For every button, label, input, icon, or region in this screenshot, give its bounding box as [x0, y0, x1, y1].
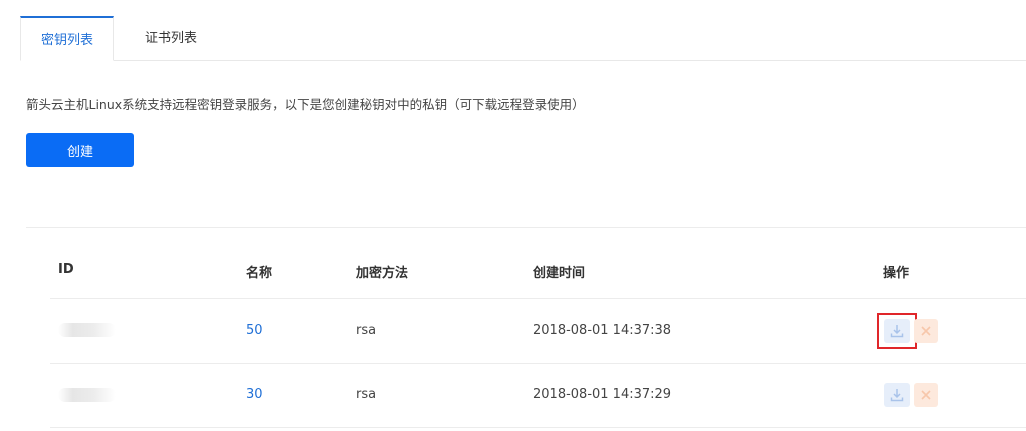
download-button[interactable]: [884, 383, 910, 407]
header-created-time: 创建时间: [533, 266, 586, 281]
key-name-link[interactable]: 50: [246, 323, 263, 338]
tab-certificate-list[interactable]: 证书列表: [116, 16, 226, 60]
delete-button[interactable]: [914, 383, 938, 407]
id-redacted: [58, 323, 116, 337]
header-id: ID: [58, 262, 74, 277]
download-icon: [890, 389, 904, 402]
row-divider: [50, 427, 1026, 428]
key-name-link[interactable]: 30: [246, 387, 263, 402]
id-redacted: [58, 388, 116, 402]
header-name: 名称: [246, 266, 273, 281]
encryption-cell: rsa: [356, 323, 377, 338]
encryption-cell: rsa: [356, 387, 377, 402]
close-icon: [921, 390, 931, 400]
create-button[interactable]: 创建: [26, 133, 134, 167]
created-time-cell: 2018-08-01 14:37:29: [533, 387, 672, 402]
tab-bar: 密钥列表 证书列表: [20, 16, 1026, 61]
highlight-box: [877, 313, 917, 349]
tab-key-list[interactable]: 密钥列表: [20, 16, 114, 61]
page-description: 箭头云主机Linux系统支持远程密钥登录服务，以下是您创建秘钥对中的私钥（可下载…: [26, 97, 585, 112]
row-divider: [50, 363, 1026, 364]
key-table: ID 名称 加密方法 创建时间 操作 50 rsa 2018-08-01 14:…: [26, 227, 1026, 431]
header-encryption: 加密方法: [356, 266, 409, 281]
header-actions: 操作: [883, 266, 910, 281]
created-time-cell: 2018-08-01 14:37:38: [533, 323, 672, 338]
close-icon: [921, 326, 931, 336]
delete-button[interactable]: [914, 319, 938, 343]
row-divider: [50, 298, 1026, 299]
